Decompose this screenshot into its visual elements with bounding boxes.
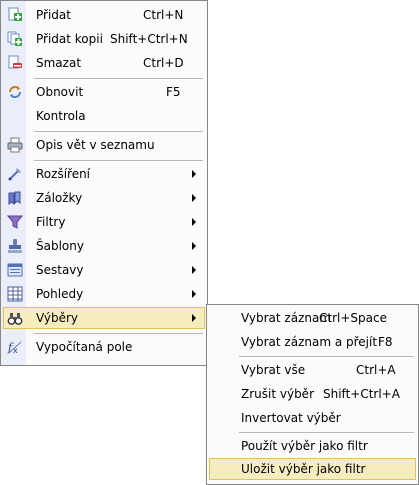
submenu-arrow-icon [192, 314, 196, 322]
shortcut-label: Shift+Ctrl+N [110, 32, 188, 46]
menu-item-sablony[interactable]: Šablony [3, 235, 205, 257]
menu-item-label: Sestavy [36, 263, 84, 277]
delete-icon [8, 55, 22, 69]
menu-item-sestavy[interactable]: Sestavy [3, 259, 205, 281]
menu-separator [34, 78, 203, 79]
menu-item-label: Opis vět v seznamu [36, 138, 155, 152]
menu-item-opis-vet[interactable]: Opis vět v seznamu [3, 134, 205, 156]
bookmarks-icon [8, 191, 21, 206]
binoculars-icon [7, 313, 23, 325]
report-icon [7, 263, 23, 277]
context-menu: Přidat Ctrl+N Přidat kopii Shift+Ctrl+N … [0, 0, 208, 366]
menu-item-smazat[interactable]: Smazat Ctrl+D [3, 52, 205, 74]
submenu-item-pouzit-jako-filtr[interactable]: Použít výběr jako filtr [209, 435, 416, 457]
menu-separator [239, 356, 414, 357]
shortcut-label: Ctrl+N [143, 8, 184, 22]
extension-icon [8, 168, 21, 181]
function-icon: f x [7, 341, 22, 355]
menu-item-pridat-kopii[interactable]: Přidat kopii Shift+Ctrl+N [3, 28, 205, 50]
menu-item-label: Pohledy [36, 287, 84, 301]
menu-item-label: Smazat [36, 56, 82, 70]
menu-item-pridat[interactable]: Přidat Ctrl+N [3, 4, 205, 26]
shortcut-label: Ctrl+A [356, 363, 396, 377]
refresh-icon [9, 86, 21, 98]
submenu-arrow-icon [192, 266, 196, 274]
menu-item-vybery[interactable]: Výběry [3, 307, 205, 329]
add-copy-icon [7, 31, 22, 46]
submenu-arrow-icon [192, 290, 196, 298]
menu-item-label: Šablony [36, 239, 84, 253]
submenu-arrow-icon [192, 218, 196, 226]
menu-item-label: Vybrat záznam [241, 311, 332, 325]
menu-item-label: Rozšíření [36, 167, 91, 181]
menu-item-rozsireni[interactable]: Rozšíření [3, 163, 205, 185]
print-list-icon [7, 137, 23, 153]
menu-item-label: Výběry [36, 311, 79, 325]
stamp-icon [8, 239, 22, 253]
menu-item-vypocitana-pole[interactable]: f x Vypočítaná pole [3, 336, 205, 358]
menu-item-label: Použít výběr jako filtr [241, 439, 368, 453]
add-icon [8, 7, 22, 21]
shortcut-label: Ctrl+D [143, 56, 184, 70]
filter-icon [7, 215, 23, 229]
menu-separator [34, 131, 203, 132]
menu-separator [34, 160, 203, 161]
grid-view-icon [7, 286, 23, 302]
submenu-item-ulozit-jako-filtr[interactable]: Uložit výběr jako filtr [209, 458, 416, 480]
shortcut-label: Ctrl+Space [319, 311, 387, 325]
shortcut-label: F8 [378, 335, 393, 349]
submenu-item-vybrat-zaznam[interactable]: Vybrat záznam Ctrl+Space [209, 307, 416, 329]
menu-item-obnovit[interactable]: Obnovit F5 [3, 81, 205, 103]
menu-item-label: Přidat [36, 8, 71, 22]
submenu-arrow-icon [192, 194, 196, 202]
submenu-arrow-icon [192, 242, 196, 250]
menu-item-label: Vypočítaná pole [36, 340, 133, 354]
menu-item-label: Přidat kopii [36, 32, 103, 46]
menu-item-label: Vybrat záznam a přejít [241, 335, 378, 349]
menu-item-label: Vybrat vše [241, 363, 306, 377]
submenu-item-invertovat-vyber[interactable]: Invertovat výběr [209, 407, 416, 429]
menu-separator [239, 432, 414, 433]
menu-item-label: Kontrola [36, 109, 86, 123]
submenu-item-vybrat-a-prejit[interactable]: Vybrat záznam a přejít F8 [209, 331, 416, 353]
shortcut-label: F5 [166, 85, 181, 99]
menu-item-zalozky[interactable]: Záložky [3, 187, 205, 209]
menu-item-label: Obnovit [36, 85, 84, 99]
menu-item-filtry[interactable]: Filtry [3, 211, 205, 233]
menu-item-label: Záložky [36, 191, 83, 205]
shortcut-label: Shift+Ctrl+A [323, 387, 400, 401]
menu-item-label: Filtry [36, 215, 66, 229]
menu-item-label: Zrušit výběr [241, 387, 315, 401]
menu-item-label: Invertovat výběr [241, 411, 341, 425]
menu-item-kontrola[interactable]: Kontrola [3, 105, 205, 127]
vybery-submenu: Vybrat záznam Ctrl+Space Vybrat záznam a… [206, 304, 419, 485]
submenu-item-zrusit-vyber[interactable]: Zrušit výběr Shift+Ctrl+A [209, 383, 416, 405]
submenu-item-vybrat-vse[interactable]: Vybrat vše Ctrl+A [209, 359, 416, 381]
menu-separator [34, 333, 203, 334]
menu-item-pohledy[interactable]: Pohledy [3, 283, 205, 305]
menu-item-label: Uložit výběr jako filtr [241, 462, 366, 476]
submenu-arrow-icon [192, 170, 196, 178]
